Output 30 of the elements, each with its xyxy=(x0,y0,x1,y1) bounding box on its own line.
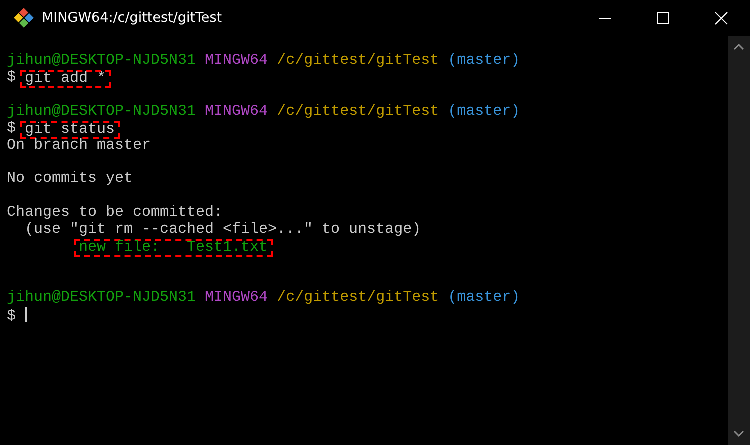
terminal-text: jihun@DESKTOP-NJD5N31 xyxy=(7,102,198,120)
terminal-text: (master) xyxy=(448,288,520,306)
highlighted-terminal-text: new file: Test1.txt xyxy=(74,239,274,258)
highlighted-terminal-text: git status xyxy=(20,120,120,139)
terminal-text: $ xyxy=(7,120,18,137)
terminal-text: (use "git rm --cached <file>..." to unstage) xyxy=(24,221,422,238)
scroll-down-icon[interactable] xyxy=(734,431,744,437)
terminal-text: /c/gittest/gitTest xyxy=(277,288,440,306)
close-icon xyxy=(714,12,728,24)
terminal-text: (master) xyxy=(448,52,520,69)
terminal-text: (master) xyxy=(448,102,520,120)
terminal-text: MINGW64 xyxy=(205,288,270,306)
terminal-text: $ xyxy=(7,68,18,86)
terminal-text: $ xyxy=(7,308,18,325)
terminal-text: /c/gittest/gitTest xyxy=(277,102,440,120)
terminal-text: jihun@DESKTOP-NJD5N31 xyxy=(7,288,198,306)
terminal-text: /c/gittest/gitTest xyxy=(277,52,440,69)
scroll-up-icon[interactable] xyxy=(734,44,744,50)
terminal-text: No commits yet xyxy=(7,170,134,188)
git-diamond-icon xyxy=(14,8,34,28)
terminal-text: MINGW64 xyxy=(205,52,270,69)
text-cursor xyxy=(25,306,27,322)
terminal-text: jihun@DESKTOP-NJD5N31 xyxy=(7,52,198,69)
terminal-text: On branch master xyxy=(7,136,152,154)
window-title: MINGW64:/c/gittest/gitTest xyxy=(42,8,222,28)
maximize-icon xyxy=(657,12,669,24)
scrollbar[interactable] xyxy=(728,36,750,445)
highlighted-terminal-text: git add * xyxy=(20,70,112,88)
terminal-text: MINGW64 xyxy=(205,102,270,120)
terminal-text: Changes to be committed: xyxy=(7,204,224,222)
